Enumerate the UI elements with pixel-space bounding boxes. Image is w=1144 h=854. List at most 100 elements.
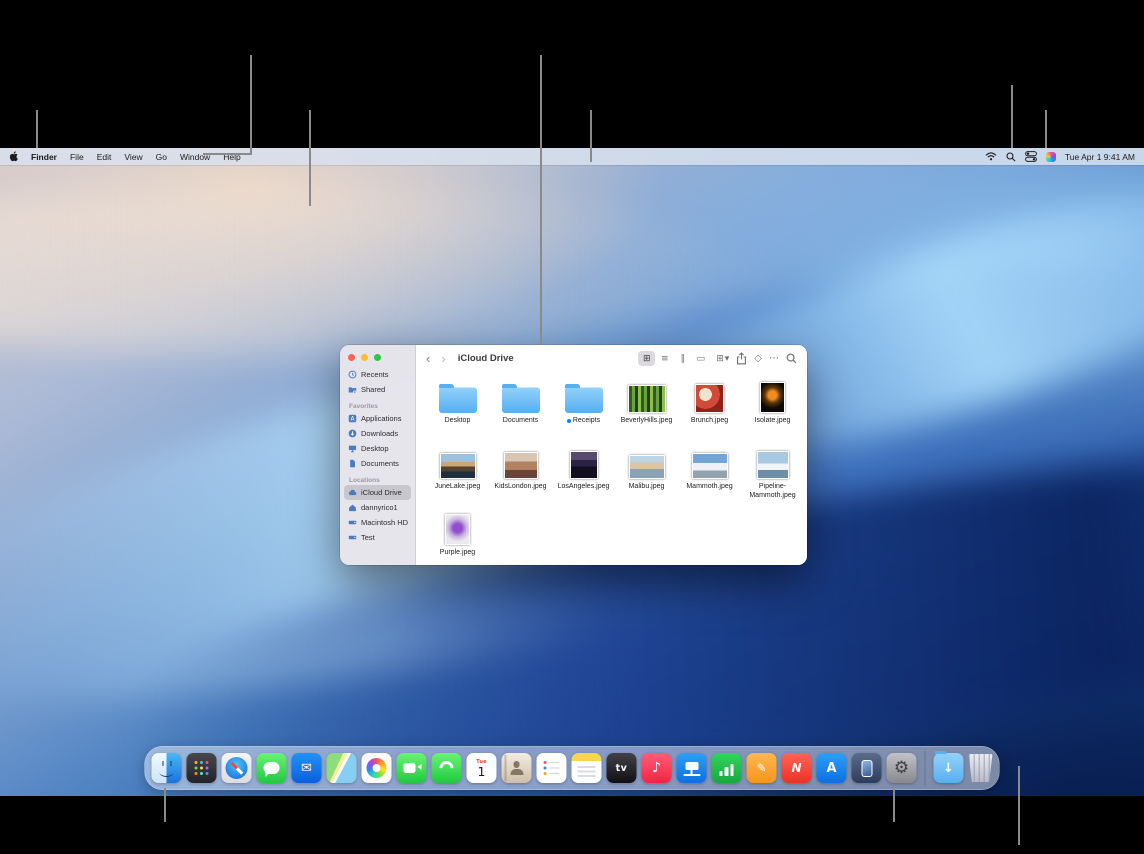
dock-system-settings[interactable]: ⚙: [887, 753, 917, 783]
file-item-documents[interactable]: Documents: [489, 376, 552, 442]
sidebar-item-icloud-drive[interactable]: iCloud Drive: [344, 485, 411, 500]
dock-pages[interactable]: ✎: [747, 753, 777, 783]
sidebar-item-recents[interactable]: Recents: [344, 367, 411, 382]
sidebar-item-home[interactable]: dannyrico1: [344, 500, 411, 515]
photo-thumbnail: [570, 451, 598, 479]
downloads-icon: [348, 429, 357, 438]
person-icon: [510, 769, 523, 775]
callout-line-control-center: [1045, 110, 1047, 148]
more-options-button[interactable]: ⋯: [769, 353, 779, 364]
person-icon: [513, 761, 520, 768]
back-button[interactable]: ‹: [426, 352, 430, 365]
menu-finder[interactable]: Finder: [31, 152, 57, 162]
file-item-desktop[interactable]: Desktop: [426, 376, 489, 442]
wifi-icon[interactable]: [985, 152, 997, 161]
search-button[interactable]: [786, 353, 797, 364]
sidebar-item-applications[interactable]: A Applications: [344, 411, 411, 426]
close-button[interactable]: [348, 354, 355, 361]
menu-view[interactable]: View: [124, 152, 142, 162]
dock-maps[interactable]: [327, 753, 357, 783]
applications-icon: A: [348, 414, 357, 423]
sidebar-label: iCloud Drive: [361, 488, 402, 497]
speech-bubble-icon: [264, 762, 280, 775]
file-name: Malibu.jpeg: [629, 483, 665, 492]
photo-thumbnail: [760, 382, 785, 413]
chevron-down-icon: ▾: [725, 354, 730, 364]
dock-trash[interactable]: [969, 754, 993, 782]
file-name: Brunch.jpeg: [691, 417, 728, 426]
dock-phone[interactable]: [432, 753, 462, 783]
icloud-sync-dot: [567, 419, 571, 423]
menu-bar-clock[interactable]: Tue Apr 1 9:41 AM: [1065, 152, 1135, 162]
folder-icon: [439, 387, 477, 413]
gallery-view-button[interactable]: ▭: [692, 351, 709, 366]
dock-safari[interactable]: [222, 753, 252, 783]
file-item-mammoth[interactable]: Mammoth.jpeg: [678, 442, 741, 508]
callout-line-menu-bar: [590, 110, 592, 162]
sidebar-label: Desktop: [361, 444, 389, 453]
tag-button[interactable]: ◇: [754, 353, 762, 364]
share-button[interactable]: [736, 352, 747, 365]
menu-extra-icon[interactable]: [1046, 152, 1056, 162]
sidebar-item-downloads[interactable]: Downloads: [344, 426, 411, 441]
sidebar-item-macintosh-hd[interactable]: Macintosh HD: [344, 515, 411, 530]
group-button[interactable]: ⊞ ▾: [716, 354, 729, 364]
sidebar-item-test[interactable]: Test: [344, 530, 411, 545]
dock-news[interactable]: N: [782, 753, 812, 783]
dock-facetime[interactable]: [397, 753, 427, 783]
sidebar-item-shared[interactable]: Shared: [344, 382, 411, 397]
sidebar-item-desktop[interactable]: Desktop: [344, 441, 411, 456]
dock-reminders[interactable]: [537, 753, 567, 783]
dock-music[interactable]: ♪: [642, 753, 672, 783]
gear-icon: ⚙: [894, 760, 909, 777]
file-name: Purple.jpeg: [440, 549, 475, 558]
file-name: Pipeline-Mammoth.jpeg: [744, 483, 802, 501]
file-item-brunch[interactable]: Brunch.jpeg: [678, 376, 741, 442]
file-item-isolate[interactable]: Isolate.jpeg: [741, 376, 804, 442]
file-item-purple[interactable]: Purple.jpeg: [426, 508, 489, 565]
dock-numbers[interactable]: [712, 753, 742, 783]
dock-keynote[interactable]: [677, 753, 707, 783]
file-item-junelake[interactable]: JuneLake.jpeg: [426, 442, 489, 508]
file-item-kidslondon[interactable]: KidsLondon.jpeg: [489, 442, 552, 508]
spotlight-search-icon[interactable]: [1006, 152, 1016, 162]
dock-contacts[interactable]: [502, 753, 532, 783]
file-name: Isolate.jpeg: [755, 417, 791, 426]
dock-calendar[interactable]: Tue 1: [467, 753, 497, 783]
zoom-button[interactable]: [374, 354, 381, 361]
bar-chart-icon: [730, 764, 733, 776]
photo-thumbnail: [445, 514, 470, 545]
apple-menu[interactable]: [9, 151, 18, 162]
dock-downloads-folder[interactable]: ↓: [934, 753, 964, 783]
file-item-losangeles[interactable]: LosAngeles.jpeg: [552, 442, 615, 508]
callout-line-trash: [1018, 766, 1020, 845]
file-item-malibu[interactable]: Malibu.jpeg: [615, 442, 678, 508]
dock-mail[interactable]: ✉: [292, 753, 322, 783]
photo-thumbnail: [757, 451, 789, 479]
forward-button[interactable]: ›: [441, 352, 445, 365]
dock-messages[interactable]: [257, 753, 287, 783]
file-item-pipeline-mammoth[interactable]: Pipeline-Mammoth.jpeg: [741, 442, 804, 508]
file-item-beverlyhills[interactable]: BeverlyHills.jpeg: [615, 376, 678, 442]
icon-view-button[interactable]: ⊞: [638, 351, 655, 366]
sidebar-label: Applications: [361, 414, 401, 423]
dock-photos[interactable]: [362, 753, 392, 783]
menu-edit[interactable]: Edit: [97, 152, 112, 162]
sidebar-item-documents[interactable]: Documents: [344, 456, 411, 471]
dock-finder[interactable]: [152, 753, 182, 783]
dock-tv[interactable]: tv: [607, 753, 637, 783]
callout-line-finder-window: [540, 55, 542, 345]
list-view-button[interactable]: ≡: [656, 351, 673, 366]
menu-go[interactable]: Go: [156, 152, 167, 162]
dock-iphone-mirroring[interactable]: [852, 753, 882, 783]
dock-notes[interactable]: [572, 753, 602, 783]
column-view-button[interactable]: ∥: [674, 351, 691, 366]
pen-icon: ✎: [756, 761, 766, 775]
reminders-lines-icon: [549, 762, 560, 764]
dock-app-store[interactable]: A: [817, 753, 847, 783]
menu-file[interactable]: File: [70, 152, 84, 162]
dock-launchpad[interactable]: [187, 753, 217, 783]
file-item-receipts[interactable]: Receipts: [552, 376, 615, 442]
control-center-icon[interactable]: [1025, 151, 1037, 162]
minimize-button[interactable]: [361, 354, 368, 361]
